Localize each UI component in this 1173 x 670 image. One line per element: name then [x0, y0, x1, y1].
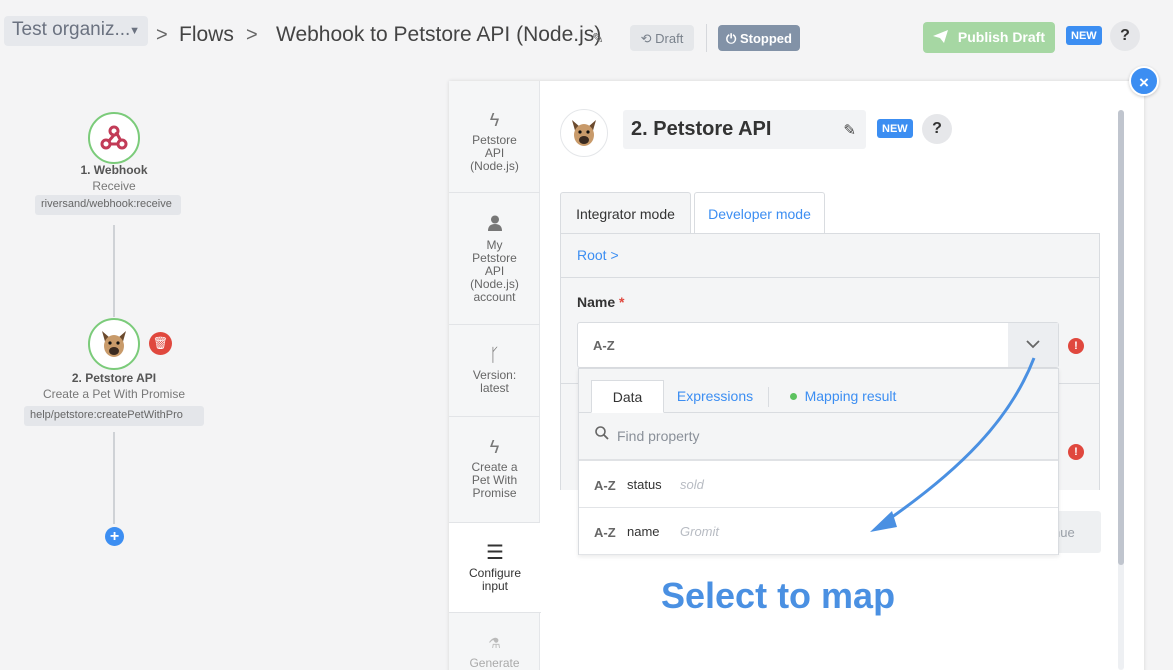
- flask-icon: ⚗: [488, 635, 501, 651]
- publish-draft-button[interactable]: Publish Draft: [923, 22, 1055, 53]
- error-icon: !: [1068, 338, 1084, 354]
- breadcrumb-separator: >: [246, 24, 258, 46]
- user-icon: [449, 215, 540, 235]
- property-item-name[interactable]: A-Z name Gromit: [579, 508, 1058, 555]
- power-icon: ⏻: [726, 31, 737, 46]
- webhook-node[interactable]: [88, 112, 140, 164]
- tab-mapping-result-label: Mapping result: [804, 388, 897, 404]
- find-property-input[interactable]: [617, 423, 1017, 449]
- property-name: name: [627, 524, 660, 539]
- required-asterisk: *: [619, 294, 625, 310]
- connector-line: [113, 225, 115, 317]
- step-nav-label: Create a Pet With Promise: [471, 460, 518, 500]
- root-breadcrumb[interactable]: Root >: [561, 234, 1099, 278]
- step-nav-label: Configure input: [468, 566, 522, 593]
- divider: [706, 24, 707, 52]
- paper-plane-icon: [932, 30, 948, 43]
- lightning-icon: ϟ: [489, 437, 500, 457]
- stopped-label: Stopped: [739, 31, 792, 46]
- node-path: help/petstore:createPetWithPro: [24, 406, 204, 426]
- node-path: riversand/webhook:receive: [35, 195, 181, 215]
- step-nav-label: My Petstore API (Node.js) account: [470, 238, 519, 304]
- dog-avatar-icon: [572, 119, 596, 146]
- name-field-label: Name *: [577, 294, 625, 310]
- dog-avatar-icon: [102, 330, 126, 357]
- draft-button[interactable]: ⟲ Draft: [630, 25, 694, 51]
- step-nav-credentials[interactable]: My Petstore API (Node.js) account: [449, 193, 540, 325]
- menu-icon: ☰: [486, 542, 504, 564]
- property-sample-value: Gromit: [680, 524, 719, 539]
- property-sample-value: sold: [680, 477, 704, 492]
- breadcrumb-flows[interactable]: Flows: [179, 23, 234, 47]
- top-bar: Test organiz... ▼ > Flows > Webhook to P…: [0, 0, 1173, 72]
- edit-pencil-icon[interactable]: ✎: [843, 121, 856, 139]
- webhook-icon: [100, 125, 128, 150]
- step-nav-label: Generate sample: [469, 656, 520, 670]
- add-step-plus-icon[interactable]: +: [105, 527, 124, 546]
- scrollbar-thumb[interactable]: [1118, 110, 1124, 565]
- lightning-icon: ϟ: [489, 110, 500, 130]
- mapping-tabs: Data Expressions Mapping result: [579, 369, 1058, 413]
- draft-label: Draft: [655, 31, 684, 46]
- new-badge: NEW: [1066, 26, 1102, 45]
- step-navigation: ϟ Petstore API (Node.js) My Petstore API…: [449, 81, 541, 670]
- tab-expressions[interactable]: Expressions: [675, 380, 755, 413]
- annotation-callout: Select to map: [661, 575, 896, 616]
- type-badge: A-Z: [593, 338, 615, 353]
- property-name: status: [627, 477, 662, 492]
- tab-developer-mode[interactable]: Developer mode: [694, 192, 825, 234]
- step-title-field[interactable]: 2. Petstore API ✎: [623, 110, 866, 149]
- history-icon: ⟲: [640, 31, 652, 46]
- branch-icon: ᚴ: [489, 345, 500, 365]
- property-search: [579, 413, 1058, 461]
- organization-name: Test organiz...: [12, 19, 131, 40]
- node-title: 1. Webhook: [80, 163, 148, 177]
- help-button[interactable]: ?: [1110, 21, 1140, 51]
- organization-select[interactable]: Test organiz... ▼: [4, 16, 148, 46]
- petstore-node[interactable]: [88, 318, 140, 370]
- new-badge: NEW: [877, 119, 913, 138]
- tab-integrator-mode[interactable]: Integrator mode: [560, 192, 691, 234]
- step-nav-generate-sample[interactable]: ⚗ Generate sample: [449, 613, 540, 670]
- chevron-down-icon[interactable]: [1008, 323, 1058, 367]
- breadcrumb-separator: >: [156, 24, 168, 46]
- step-nav-component[interactable]: ϟ Petstore API (Node.js): [449, 98, 540, 193]
- close-panel-button[interactable]: ×: [1129, 66, 1159, 96]
- name-expression-input[interactable]: A-Z: [577, 322, 1059, 368]
- stopped-toggle-button[interactable]: ⏻ Stopped: [718, 25, 800, 51]
- delete-step-trash-icon[interactable]: 🗑: [149, 332, 172, 355]
- step-nav-configure-input[interactable]: ☰ Configure input: [449, 523, 541, 613]
- tab-mapping-result[interactable]: Mapping result: [787, 380, 899, 413]
- property-item-status[interactable]: A-Z status sold: [579, 461, 1058, 508]
- step-title: 2. Petstore API: [631, 118, 772, 140]
- divider: [768, 387, 769, 407]
- tab-data[interactable]: Data: [591, 380, 664, 413]
- step-nav-label: Version: latest: [472, 368, 517, 395]
- step-nav-version[interactable]: ᚴ Version: latest: [449, 325, 540, 417]
- step-nav-label: Petstore API (Node.js): [470, 133, 519, 173]
- caret-down-icon: ▼: [129, 25, 140, 37]
- node-title: 2. Petstore API: [71, 371, 157, 385]
- publish-draft-label: Publish Draft: [957, 29, 1045, 45]
- status-dot-icon: [789, 393, 797, 400]
- step-nav-action[interactable]: ϟ Create a Pet With Promise: [449, 417, 540, 523]
- connector-line: [113, 432, 115, 524]
- mapping-dropdown: Data Expressions Mapping result A-Z stat…: [578, 368, 1059, 555]
- edit-title-pencil-icon[interactable]: ✎: [592, 30, 604, 47]
- node-subtitle: Create a Pet With Promise: [42, 387, 186, 401]
- help-button[interactable]: ?: [922, 114, 952, 144]
- search-icon: [595, 426, 609, 444]
- component-avatar: [560, 109, 608, 157]
- type-badge: A-Z: [594, 525, 616, 540]
- type-badge: A-Z: [594, 478, 616, 493]
- flow-title: Webhook to Petstore API (Node.js): [276, 23, 602, 46]
- node-subtitle: Receive: [92, 179, 136, 193]
- error-icon: !: [1068, 444, 1084, 460]
